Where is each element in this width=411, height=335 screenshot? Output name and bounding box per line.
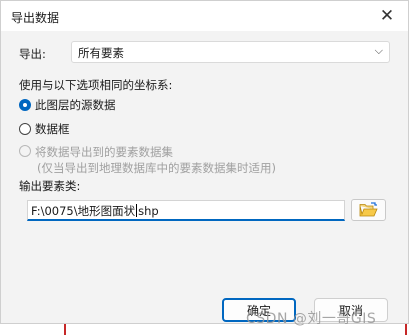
radio-disabled-icon bbox=[19, 145, 31, 157]
background-map-line bbox=[64, 324, 66, 335]
radio-data-frame-label: 数据框 bbox=[35, 122, 70, 136]
output-feature-class-label: 输出要素类: bbox=[19, 179, 81, 193]
title-bar: 导出数据 ✕ bbox=[1, 1, 408, 31]
radio-checked-icon[interactable] bbox=[19, 99, 31, 111]
export-selected-value: 所有要素 bbox=[78, 46, 124, 60]
radio-source-data-label: 此图层的源数据 bbox=[35, 98, 116, 112]
browse-folder-button[interactable] bbox=[351, 199, 386, 221]
open-folder-icon bbox=[359, 202, 378, 217]
dialog-title: 导出数据 bbox=[11, 11, 60, 25]
export-data-dialog: 导出数据 ✕ 导出: 所有要素 ⌵ 使用与以下选项相同的坐标系: 此图层的源数据… bbox=[0, 0, 409, 324]
radio-feature-dataset: 将数据导出到的要素数据集 (仅当导出到地理数据库中的要素数据集时适用) bbox=[19, 144, 276, 176]
close-icon[interactable]: ✕ bbox=[374, 4, 400, 28]
chevron-down-icon: ⌵ bbox=[374, 44, 383, 57]
export-label: 导出: bbox=[19, 47, 46, 61]
radio-source-data[interactable]: 此图层的源数据 bbox=[19, 97, 116, 113]
coordinate-system-label: 使用与以下选项相同的坐标系: bbox=[19, 78, 173, 92]
output-path-text: F:\0075\地形图面状 shp bbox=[31, 204, 159, 218]
cancel-button[interactable]: 取消 bbox=[314, 298, 388, 322]
ok-button[interactable]: 确定 bbox=[222, 298, 296, 322]
radio-feature-dataset-label: 将数据导出到的要素数据集 bbox=[35, 145, 173, 159]
background-map-line bbox=[405, 324, 407, 335]
radio-unchecked-icon[interactable] bbox=[19, 123, 31, 135]
output-path-input[interactable]: F:\0075\地形图面状 shp bbox=[27, 200, 345, 221]
radio-data-frame[interactable]: 数据框 bbox=[19, 121, 70, 137]
radio-feature-dataset-note: (仅当导出到地理数据库中的要素数据集时适用) bbox=[37, 161, 276, 175]
export-features-dropdown[interactable]: 所有要素 ⌵ bbox=[71, 41, 390, 63]
